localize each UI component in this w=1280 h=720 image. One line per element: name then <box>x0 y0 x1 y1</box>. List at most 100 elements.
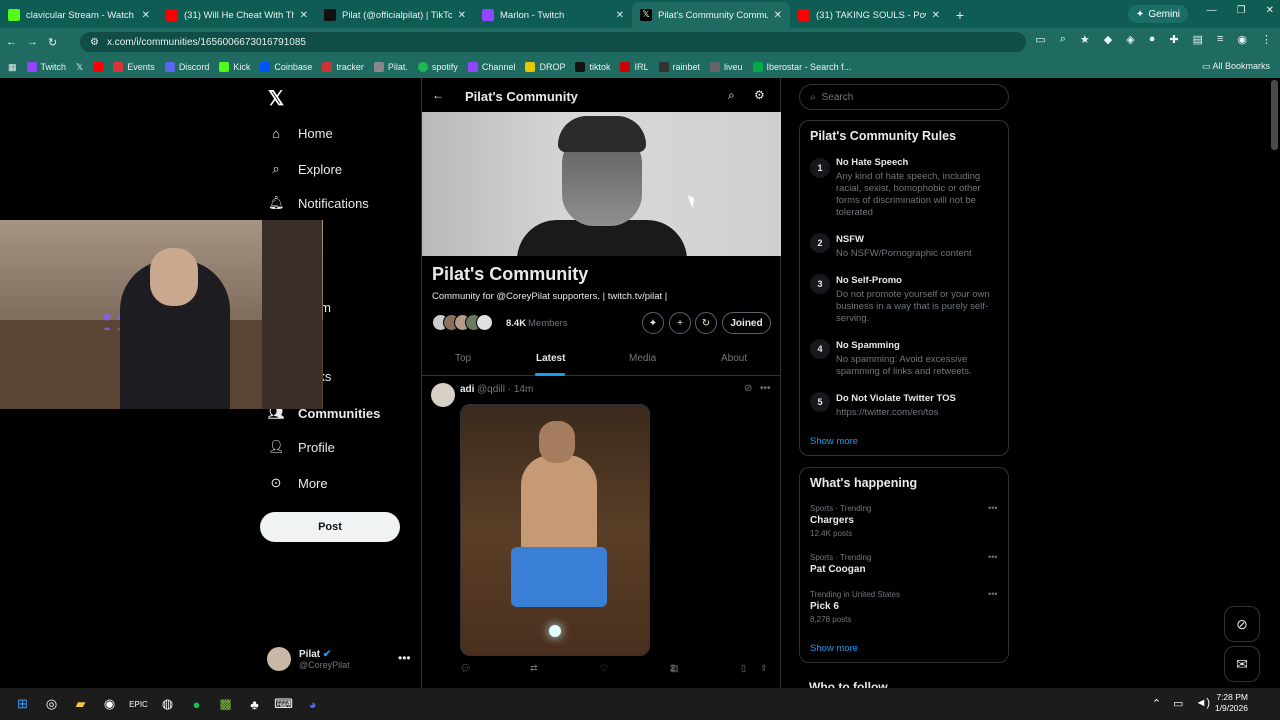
puzzle-icon[interactable]: ✚ <box>1169 33 1178 46</box>
nav-notifications[interactable]: 🔔︎ Notifications <box>268 195 369 211</box>
bookmark-item[interactable]: Pilat. <box>373 62 408 72</box>
extension-icon[interactable]: ◈ <box>1126 33 1134 46</box>
scrollbar[interactable] <box>1271 80 1278 150</box>
trend-more-icon[interactable]: ••• <box>988 552 997 562</box>
bookmark-item[interactable] <box>93 62 104 72</box>
restore-icon[interactable]: ❐ <box>1237 5 1246 16</box>
address-bar[interactable]: ⚙ x.com/i/communities/165600667301679108… <box>80 32 1026 52</box>
nav-explore[interactable]: ⌕ Explore <box>268 161 342 177</box>
steam-icon[interactable]: ◍ <box>153 690 182 718</box>
sparkle-button[interactable]: ✦ <box>642 312 664 334</box>
browser-tab[interactable]: (31) TAKING SOULS - Powerful✕ <box>790 2 948 28</box>
close-icon[interactable]: ✕ <box>458 10 466 21</box>
account-more-icon[interactable]: ••• <box>398 651 411 665</box>
close-icon[interactable]: ✕ <box>300 10 308 21</box>
taskbar-clock[interactable]: 7:28 PM 1/9/2026 <box>1215 692 1248 714</box>
nav-more[interactable]: ⊙ More <box>268 475 328 491</box>
minecraft-icon[interactable]: ▩ <box>211 690 240 718</box>
bookmark-item[interactable]: Kick <box>219 62 250 72</box>
epic-games-icon[interactable]: EPIC <box>124 690 153 718</box>
search-input[interactable]: ⌕ Search <box>799 84 1009 110</box>
gemini-button[interactable]: ✦ Gemini <box>1127 5 1188 23</box>
bookmark-item[interactable]: Discord <box>164 62 209 72</box>
bookmark-item[interactable]: rainbet <box>658 62 700 72</box>
post-image[interactable] <box>460 404 650 656</box>
browser-tab[interactable]: (31) Will He Cheat With The Gi✕ <box>158 2 316 28</box>
bookmark-item[interactable]: spotify <box>417 62 458 72</box>
share-button[interactable]: ↻ <box>695 312 717 334</box>
forward-arrow-icon[interactable]: → <box>27 36 38 48</box>
tab-top[interactable]: Top <box>455 353 471 364</box>
profile-avatar[interactable]: ◉ <box>1237 33 1247 46</box>
windows-start-icon[interactable]: ⊞ <box>8 690 37 718</box>
volume-icon[interactable]: ◄) <box>1195 697 1210 710</box>
close-icon[interactable]: ✕ <box>142 10 150 21</box>
bookmark-item[interactable]: Iberostar - Search f... <box>752 62 851 72</box>
browser-tab[interactable]: Marlon - Twitch ✕ <box>474 2 632 28</box>
discord-icon[interactable]: ◕ <box>298 690 327 718</box>
bookmark-item[interactable]: 𝕏 <box>76 62 83 73</box>
file-explorer-icon[interactable]: ▰ <box>66 690 95 718</box>
close-icon[interactable]: ✕ <box>932 10 940 21</box>
account-switcher[interactable]: Pilat ✔ @CoreyPilat <box>267 647 350 671</box>
all-bookmarks-button[interactable]: ▭ All Bookmarks <box>1202 61 1270 72</box>
tab-about[interactable]: About <box>721 353 747 364</box>
trend-name[interactable]: Pick 6 <box>810 601 839 612</box>
gear-icon[interactable]: ⚙ <box>754 88 765 102</box>
browser-tab-active[interactable]: 𝕏Pilat's Community Community /✕ <box>632 2 790 28</box>
bookmark-item[interactable]: IRL <box>620 62 649 72</box>
member-avatars[interactable] <box>432 314 493 331</box>
browser-tab[interactable]: Pilat (@officialpilat) | TikTok ✕ <box>316 2 474 28</box>
menu-icon[interactable]: ⋮ <box>1261 33 1272 46</box>
rules-show-more-link[interactable]: Show more <box>810 436 858 447</box>
nav-home[interactable]: ⌂ Home <box>268 126 333 141</box>
reload-icon[interactable]: ↻ <box>48 36 57 49</box>
share-icon[interactable]: ⇪ <box>760 663 768 674</box>
bookmark-item[interactable]: Channel <box>467 62 515 72</box>
close-icon[interactable]: ✕ <box>616 10 624 21</box>
post-button[interactable]: Post <box>260 512 400 542</box>
spotify-icon[interactable]: ● <box>182 690 211 718</box>
apps-grid-icon[interactable]: ▦ <box>8 62 17 73</box>
joined-button[interactable]: Joined <box>722 312 771 334</box>
minimize-icon[interactable]: — <box>1207 5 1217 16</box>
browser-tab[interactable]: clavicular Stream - Watch Live c✕ <box>0 2 158 28</box>
close-window-icon[interactable]: ✕ <box>1266 5 1274 16</box>
trend-name[interactable]: Chargers <box>810 515 854 526</box>
tab-latest[interactable]: Latest <box>536 353 565 364</box>
invite-button[interactable]: + <box>669 312 691 334</box>
post-more-icon[interactable]: ••• <box>760 383 771 394</box>
bookmark-item[interactable]: tiktok <box>575 62 610 72</box>
bookmark-item[interactable]: liveu <box>710 62 743 72</box>
app-icon[interactable]: ◉ <box>95 690 124 718</box>
repost-icon[interactable]: ⇄ <box>530 663 538 674</box>
back-arrow-icon[interactable]: ← <box>432 88 444 102</box>
member-count[interactable]: 8.4K <box>506 318 526 329</box>
reply-icon[interactable]: 💬︎ <box>460 663 471 674</box>
happening-show-more-link[interactable]: Show more <box>810 643 858 654</box>
keyboard-icon[interactable]: ⌨ <box>269 690 298 718</box>
chevron-up-icon[interactable]: ⌃ <box>1152 697 1161 710</box>
grok-button[interactable]: ⊘ <box>1224 606 1260 642</box>
chrome-icon[interactable]: ◎ <box>37 690 66 718</box>
nav-profile[interactable]: 👤︎ Profile <box>268 439 335 455</box>
messages-button[interactable]: ✉ <box>1224 646 1260 682</box>
bookmark-star-icon[interactable]: ★ <box>1080 33 1090 46</box>
post-handle[interactable]: @qdill · 14m <box>477 384 533 395</box>
media-icon[interactable]: ≡ <box>1217 33 1223 46</box>
bookmark-icon[interactable]: ▯ <box>741 663 746 674</box>
grok-icon[interactable]: ⊘ <box>744 383 752 394</box>
bookmark-item[interactable]: Twitch <box>26 62 66 72</box>
new-tab-button[interactable]: + <box>948 2 972 28</box>
search-icon[interactable]: ⌕ <box>728 88 735 103</box>
network-icon[interactable]: ▭ <box>1173 697 1183 710</box>
avatar[interactable] <box>431 383 455 407</box>
cast-icon[interactable]: ▭ <box>1035 33 1045 46</box>
post-author[interactable]: adi <box>460 384 474 395</box>
extension-icon[interactable]: ● <box>1149 33 1156 46</box>
close-icon[interactable]: ✕ <box>774 10 782 21</box>
like-icon[interactable]: ♡ <box>600 663 608 674</box>
bookmark-item[interactable]: Events <box>113 62 155 72</box>
bookmark-item[interactable]: DROP <box>525 62 565 72</box>
bookmark-item[interactable]: Coinbase <box>260 62 312 72</box>
